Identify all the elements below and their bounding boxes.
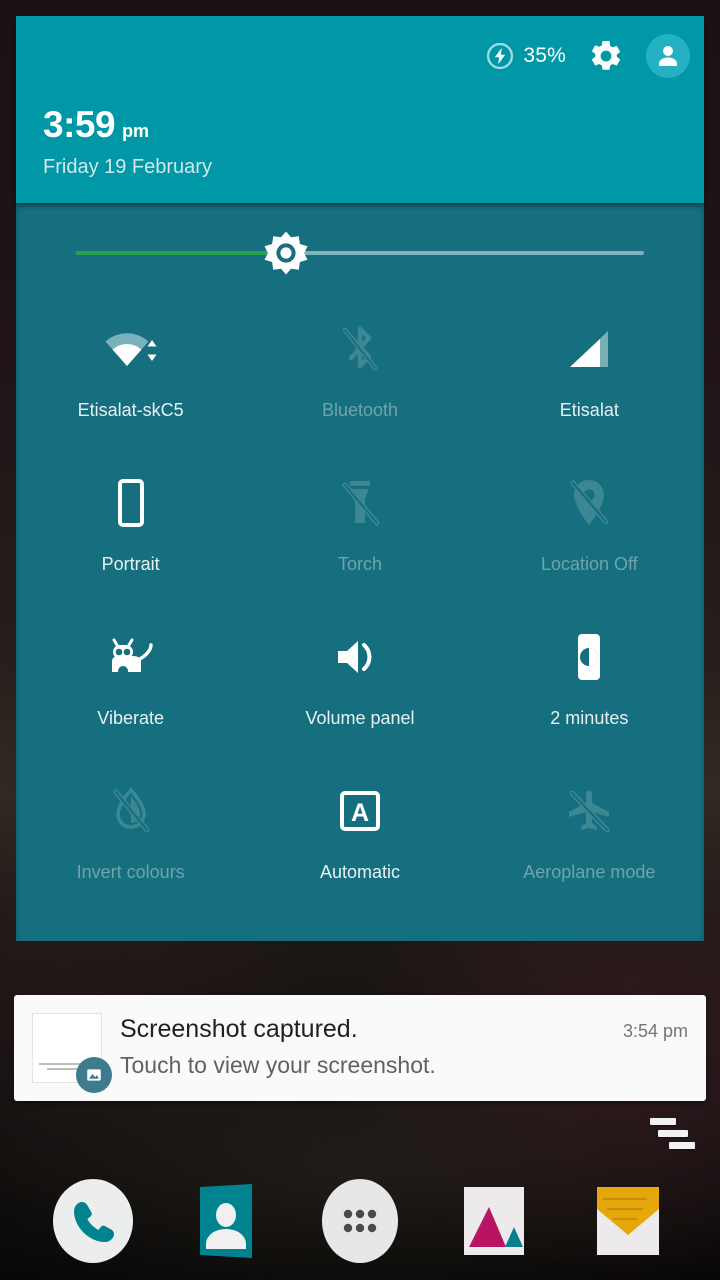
tile-ringer-mode[interactable]: Viberate bbox=[16, 611, 245, 765]
tile-screen-timeout[interactable]: 2 minutes bbox=[475, 611, 704, 765]
tile-invert-colours-label: Invert colours bbox=[76, 862, 185, 882]
wifi-icon bbox=[103, 321, 159, 377]
brightness-sun-icon[interactable] bbox=[262, 229, 310, 277]
torch-off-icon bbox=[332, 475, 388, 531]
app-drawer-icon[interactable] bbox=[318, 1179, 402, 1263]
aeroplane-off-icon bbox=[561, 783, 617, 839]
status-row: 35% bbox=[487, 30, 690, 82]
tile-location-label: Location Off bbox=[540, 554, 638, 574]
tile-cell-signal[interactable]: Etisalat bbox=[475, 303, 704, 457]
notification-time: 3:54 pm bbox=[622, 1021, 688, 1041]
invert-colours-off-icon bbox=[103, 783, 159, 839]
tile-torch[interactable]: Torch bbox=[245, 457, 474, 611]
tile-invert-colours[interactable]: Invert colours bbox=[16, 765, 245, 919]
email-icon[interactable] bbox=[585, 1179, 669, 1263]
notification-screenshot-captured[interactable]: Screenshot captured. 3:54 pm Touch to vi… bbox=[14, 995, 706, 1101]
tile-bluetooth[interactable]: Bluetooth bbox=[245, 303, 474, 457]
quick-settings-header: 35% 3:59 pm Friday 19 February bbox=[16, 16, 704, 203]
battery-percent-label: 35% bbox=[523, 44, 566, 67]
tile-wifi-label: Etisalat-skC5 bbox=[77, 400, 184, 420]
auto-brightness-icon: A bbox=[332, 783, 388, 839]
location-off-icon bbox=[561, 475, 617, 531]
notification-title: Screenshot captured. bbox=[120, 1015, 358, 1043]
tile-location[interactable]: Location Off bbox=[475, 457, 704, 611]
battery-status: 35% bbox=[487, 42, 566, 70]
tile-rotation[interactable]: Portrait bbox=[16, 457, 245, 611]
tile-volume-panel-label: Volume panel bbox=[305, 708, 415, 728]
tile-rotation-label: Portrait bbox=[101, 554, 160, 574]
notification-thumbnail bbox=[32, 1013, 112, 1093]
home-dock bbox=[0, 1179, 720, 1263]
tile-wifi[interactable]: Etisalat-skC5 bbox=[16, 303, 245, 457]
brightness-track[interactable] bbox=[76, 231, 644, 275]
contacts-icon[interactable] bbox=[184, 1179, 268, 1263]
tile-screen-timeout-label: 2 minutes bbox=[550, 708, 629, 728]
phone-icon[interactable] bbox=[51, 1179, 135, 1263]
image-badge-icon bbox=[76, 1057, 112, 1093]
tile-aeroplane-mode[interactable]: Aeroplane mode bbox=[475, 765, 704, 919]
speaker-icon bbox=[332, 629, 388, 685]
user-avatar-icon[interactable] bbox=[646, 34, 690, 78]
tile-torch-label: Torch bbox=[337, 554, 382, 574]
clock-time: 3:59 bbox=[43, 104, 116, 145]
tile-aeroplane-mode-label: Aeroplane mode bbox=[523, 862, 656, 882]
tile-volume-panel[interactable]: Volume panel bbox=[245, 611, 474, 765]
bluetooth-off-icon bbox=[332, 321, 388, 377]
brightness-fill bbox=[76, 251, 287, 255]
quick-settings-panel: Etisalat-skC5 Bluetooth Etisalat Portrai… bbox=[16, 203, 704, 941]
tile-ringer-mode-label: Viberate bbox=[97, 708, 165, 728]
clear-all-notifications-icon[interactable] bbox=[650, 1118, 698, 1160]
tile-brightness-mode-label: Automatic bbox=[319, 862, 401, 882]
battery-charging-icon bbox=[487, 42, 514, 70]
clock-block[interactable]: 3:59 pm Friday 19 February bbox=[43, 106, 212, 179]
notification-shade: 35% 3:59 pm Friday 19 February Etisalat-… bbox=[16, 16, 704, 941]
notification-subtitle: Touch to view your screenshot. bbox=[120, 1052, 436, 1078]
notification-text: Screenshot captured. 3:54 pm Touch to vi… bbox=[120, 1013, 688, 1083]
screen-portrait-icon bbox=[103, 475, 159, 531]
signal-bars-icon bbox=[561, 321, 617, 377]
tile-cell-signal-label: Etisalat bbox=[559, 400, 619, 420]
svg-text:A: A bbox=[351, 799, 369, 827]
quick-settings-tiles: Etisalat-skC5 Bluetooth Etisalat Portrai… bbox=[16, 303, 704, 919]
gallery-icon[interactable] bbox=[452, 1179, 536, 1263]
gear-icon[interactable] bbox=[588, 38, 624, 74]
brightness-slider[interactable] bbox=[16, 203, 704, 303]
tile-brightness-mode[interactable]: A Automatic bbox=[245, 765, 474, 919]
screen-timeout-icon bbox=[561, 629, 617, 685]
android-home-screen: 35% 3:59 pm Friday 19 February Etisalat-… bbox=[0, 0, 720, 1280]
tile-bluetooth-label: Bluetooth bbox=[321, 400, 399, 420]
clock-date: Friday 19 February bbox=[43, 156, 212, 178]
cyanogenmod-cid-icon bbox=[103, 629, 159, 685]
clock-ampm: pm bbox=[122, 121, 150, 141]
